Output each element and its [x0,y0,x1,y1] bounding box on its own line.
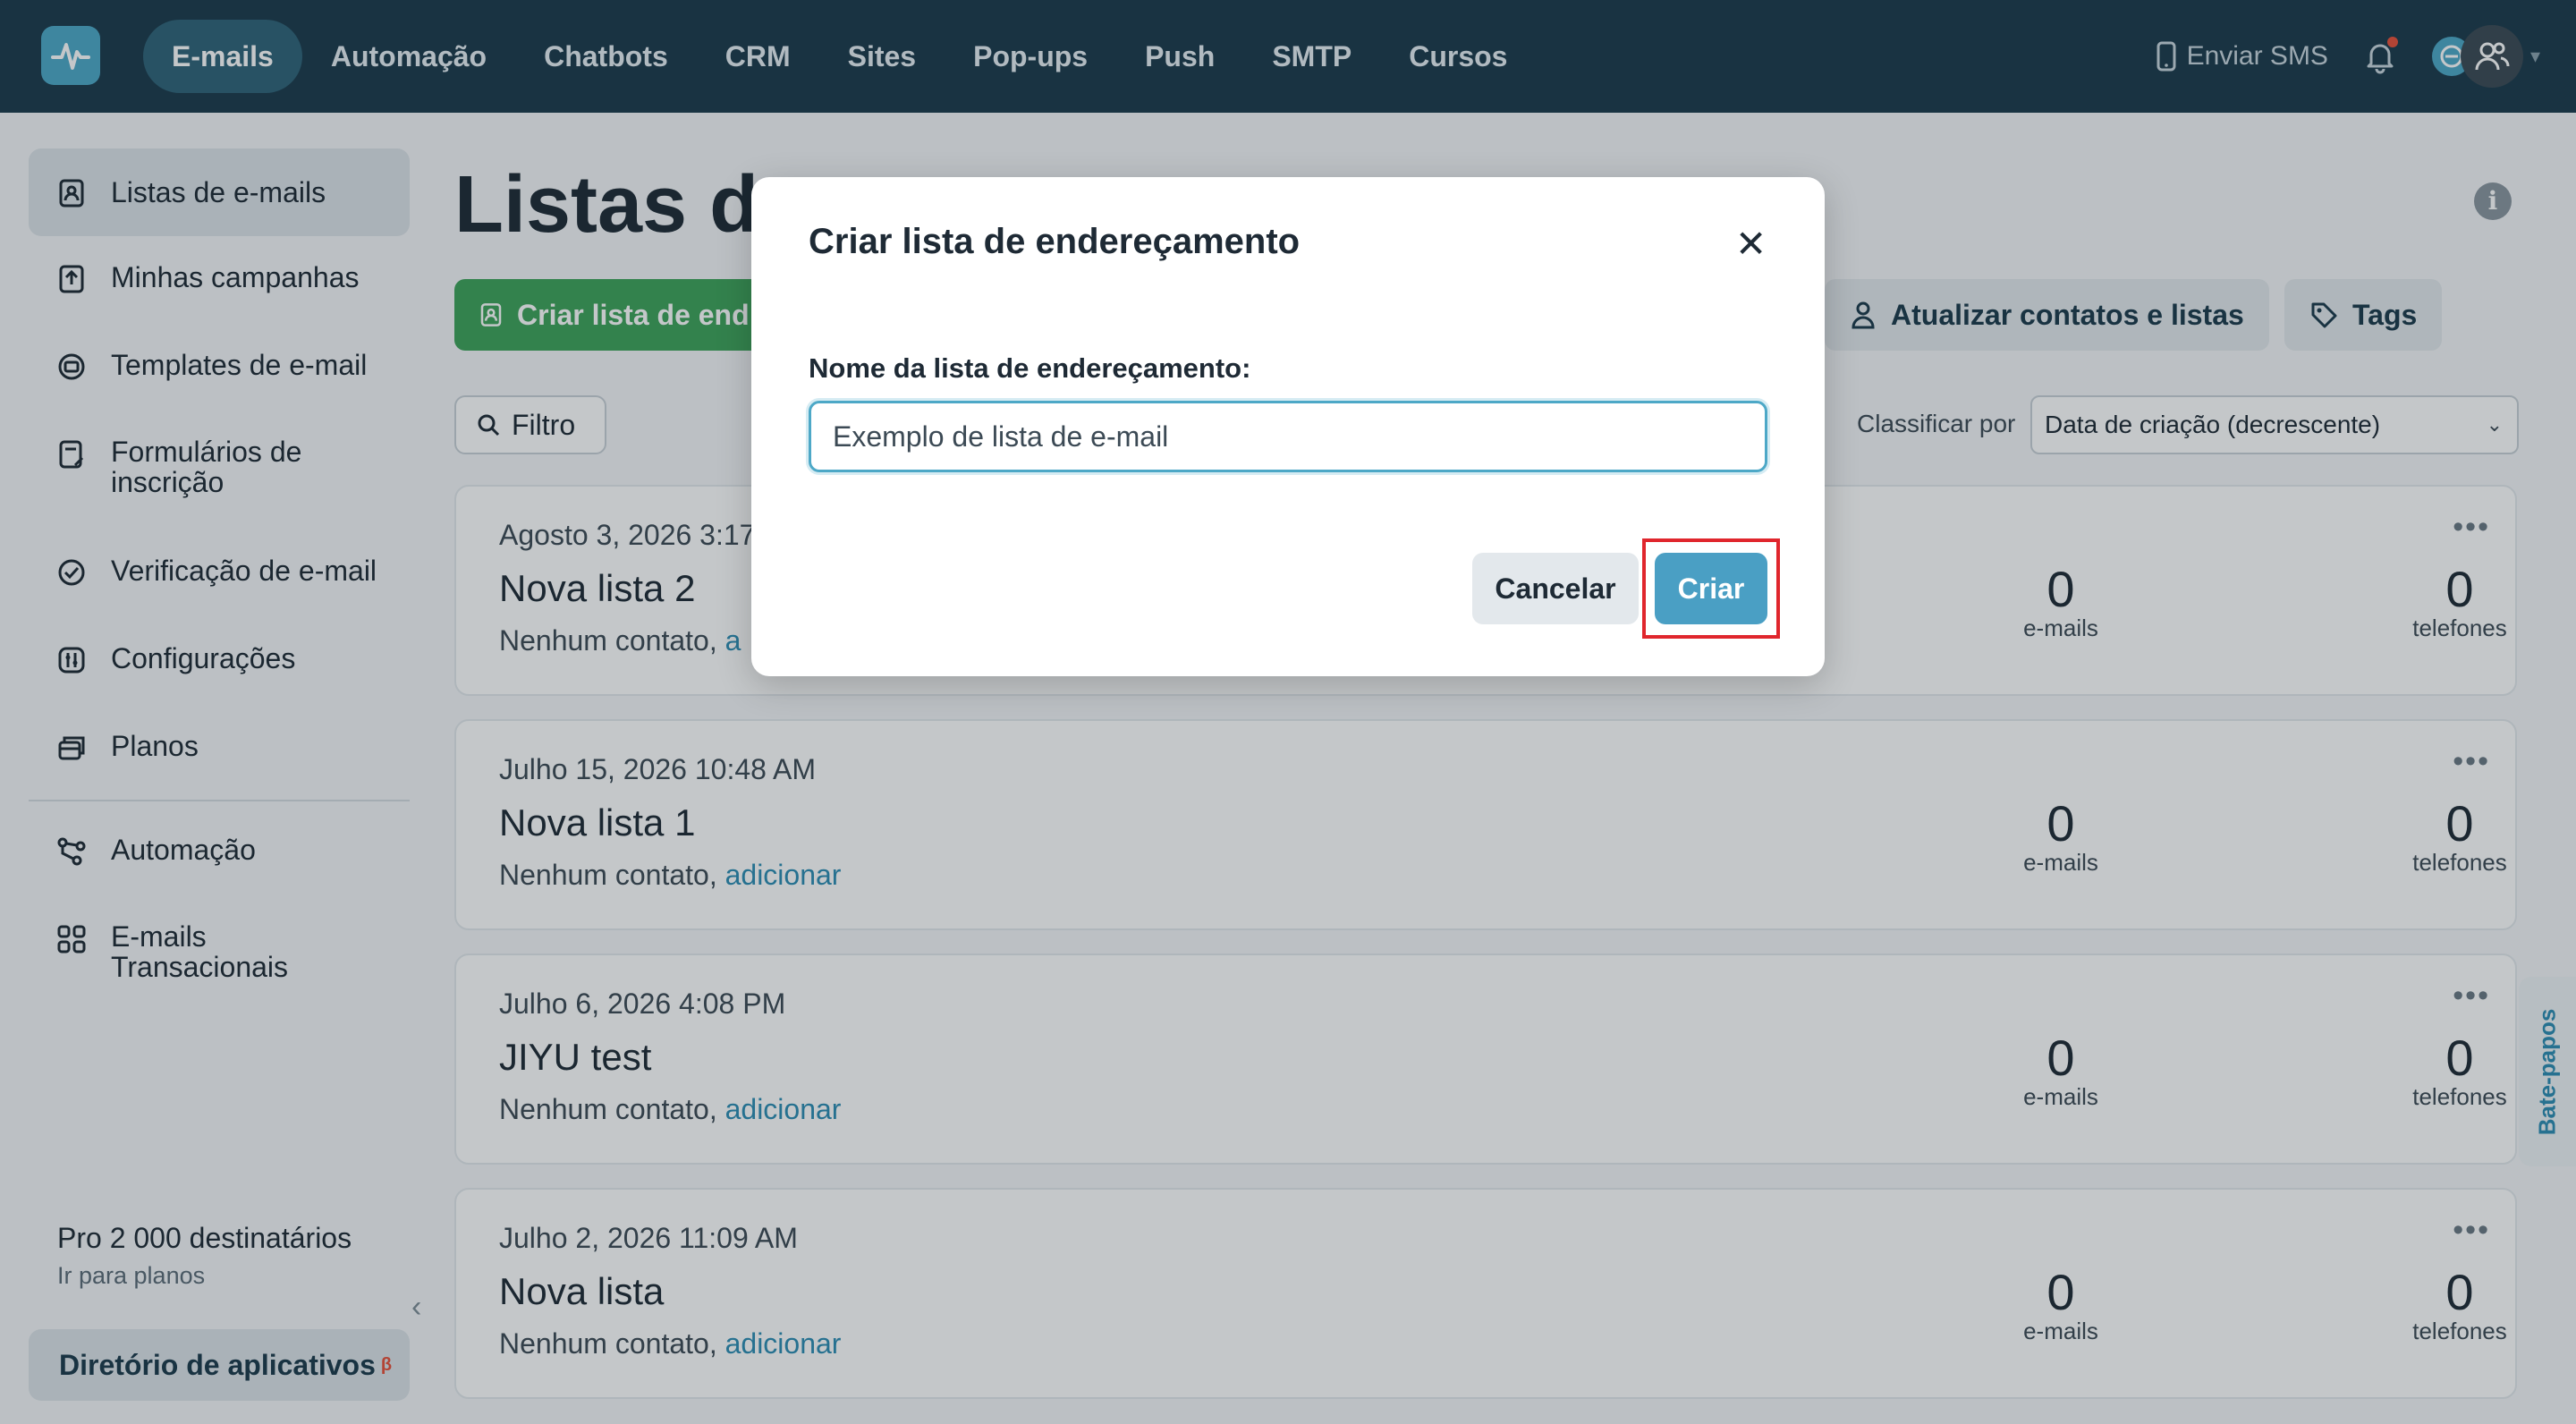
highlight-box [1642,538,1780,639]
close-icon[interactable]: ✕ [1735,222,1767,266]
cancel-button[interactable]: Cancelar [1472,553,1639,624]
modal-title: Criar lista de endereçamento [809,222,1301,261]
create-list-modal: Criar lista de endereçamento ✕ Nome da l… [751,177,1825,676]
list-name-label: Nome da lista de endereçamento: [809,352,1251,384]
list-name-input[interactable] [809,401,1767,472]
